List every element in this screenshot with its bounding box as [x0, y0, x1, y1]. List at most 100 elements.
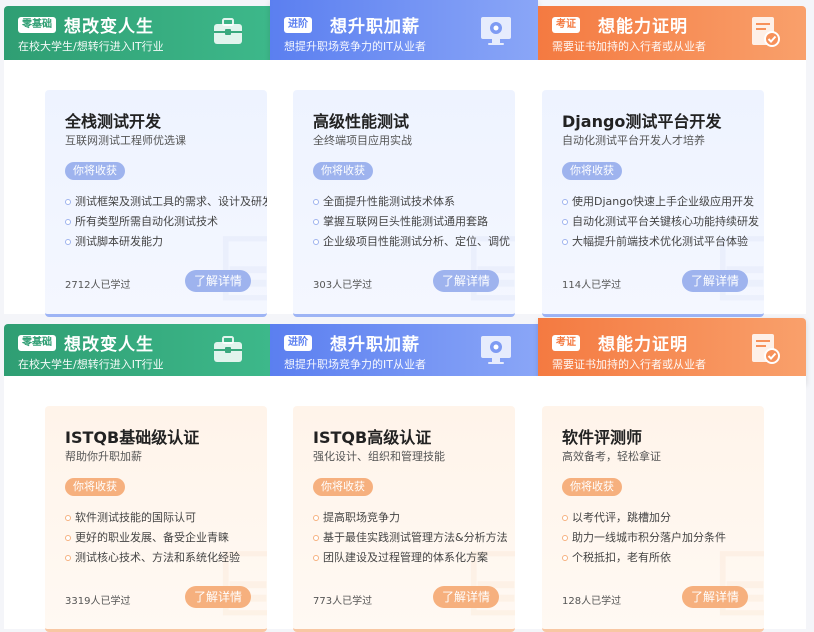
list-item: 所有类型所需自动化测试技术 [65, 212, 267, 232]
course-card[interactable]: ⌸ 高级性能测试 全终端项目应用实战 你将收获 全面提升性能测试技术体系 掌握互… [293, 90, 515, 317]
tab-title: 想改变人生 [64, 17, 154, 37]
gain-label: 你将收获 [65, 162, 125, 180]
list-item-text: 提高职场竞争力 [323, 511, 400, 524]
tab-certification[interactable]: 考证 想能力证明 需要证书加持的入行者或从业者 [538, 318, 806, 391]
tab-title: 想升职加薪 [330, 17, 420, 37]
list-item: 测试核心技术、方法和系统化经验 [65, 548, 267, 568]
monitor-gear-icon [481, 17, 511, 45]
course-card-panel: ⌸ ISTQB基础级认证 帮助你升职加薪 你将收获 软件测试技能的国际认可 更好… [4, 376, 806, 632]
course-title: Django测试平台开发 [562, 112, 722, 131]
course-title: ISTQB高级认证 [313, 428, 432, 447]
course-subtitle: 高效备考，轻松拿证 [562, 450, 661, 463]
bullet-icon [313, 199, 319, 205]
course-subtitle: 全终端项目应用实战 [313, 134, 412, 147]
tab-title: 想改变人生 [64, 335, 154, 355]
tab-badge: 进阶 [284, 335, 312, 351]
bullet-icon [562, 219, 568, 225]
tab-subtitle: 在校大学生/想转行进入IT行业 [18, 358, 164, 371]
tab-badge: 零基础 [18, 17, 56, 33]
list-item-text: 使用Django快速上手企业级应用开发 [572, 195, 754, 208]
learner-count: 773人已学过 [313, 596, 373, 607]
list-item-text: 测试脚本研发能力 [75, 235, 163, 248]
bullet-icon [313, 535, 319, 541]
briefcase-icon [214, 18, 242, 44]
list-item: 提高职场竞争力 [313, 508, 515, 528]
list-item-text: 软件测试技能的国际认可 [75, 511, 196, 524]
list-item: 个税抵扣，老有所依 [562, 548, 764, 568]
detail-button[interactable]: 了解详情 [682, 586, 748, 608]
list-item: 基于最佳实践测试管理方法&分析方法 [313, 528, 515, 548]
tab-certification[interactable]: 考证 想能力证明 需要证书加持的入行者或从业者 [538, 6, 806, 60]
gain-label: 你将收获 [562, 478, 622, 496]
bullet-icon [65, 219, 71, 225]
course-subtitle: 互联网测试工程师优选课 [65, 134, 186, 147]
track-tabs: 零基础 想改变人生 在校大学生/想转行进入IT行业 进阶 想升职加薪 想提升职场… [0, 318, 814, 391]
list-item: 全面提升性能测试技术体系 [313, 192, 515, 212]
list-item: 测试框架及测试工具的需求、设计及研发 [65, 192, 267, 212]
course-section-2: 零基础 想改变人生 在校大学生/想转行进入IT行业 进阶 想升职加薪 想提升职场… [0, 318, 814, 632]
tab-advanced[interactable]: 进阶 想升职加薪 想提升职场竞争力的IT从业者 [270, 324, 538, 378]
track-tabs: 零基础 想改变人生 在校大学生/想转行进入IT行业 进阶 想升职加薪 想提升职场… [0, 0, 814, 73]
bullet-icon [65, 515, 71, 521]
list-item: 更好的职业发展、备受企业青睐 [65, 528, 267, 548]
gain-list: 软件测试技能的国际认可 更好的职业发展、备受企业青睐 测试核心技术、方法和系统化… [65, 508, 267, 568]
gain-label: 你将收获 [65, 478, 125, 496]
tab-subtitle: 需要证书加持的入行者或从业者 [552, 358, 706, 371]
detail-button[interactable]: 了解详情 [433, 270, 499, 292]
learner-count: 114人已学过 [562, 280, 622, 291]
bullet-icon [562, 239, 568, 245]
gain-list: 测试框架及测试工具的需求、设计及研发 所有类型所需自动化测试技术 测试脚本研发能… [65, 192, 267, 252]
list-item: 软件测试技能的国际认可 [65, 508, 267, 528]
bullet-icon [562, 515, 568, 521]
tab-title: 想升职加薪 [330, 335, 420, 355]
list-item: 企业级项目性能测试分析、定位、调优 [313, 232, 515, 252]
list-item: 大幅提升前端技术优化测试平台体验 [562, 232, 764, 252]
course-title: ISTQB基础级认证 [65, 428, 200, 447]
course-card[interactable]: ⌸ ISTQB基础级认证 帮助你升职加薪 你将收获 软件测试技能的国际认可 更好… [45, 406, 267, 632]
tab-badge: 进阶 [284, 17, 312, 33]
list-item-text: 助力一线城市积分落户加分条件 [572, 531, 726, 544]
bullet-icon [65, 555, 71, 561]
list-item: 以考代评，跳槽加分 [562, 508, 764, 528]
tab-zero-basics[interactable]: 零基础 想改变人生 在校大学生/想转行进入IT行业 [4, 324, 270, 378]
list-item-text: 掌握互联网巨头性能测试通用套路 [323, 215, 488, 228]
list-item-text: 全面提升性能测试技术体系 [323, 195, 455, 208]
course-card-panel: ⌸ 全栈测试开发 互联网测试工程师优选课 你将收获 测试框架及测试工具的需求、设… [4, 60, 806, 317]
course-subtitle: 帮助你升职加薪 [65, 450, 142, 463]
course-card[interactable]: ⌸ 软件评测师 高效备考，轻松拿证 你将收获 以考代评，跳槽加分 助力一线城市积… [542, 406, 764, 632]
certificate-icon [752, 17, 780, 47]
gain-list: 以考代评，跳槽加分 助力一线城市积分落户加分条件 个税抵扣，老有所依 [562, 508, 764, 568]
tab-subtitle: 在校大学生/想转行进入IT行业 [18, 40, 164, 53]
detail-button[interactable]: 了解详情 [185, 270, 251, 292]
list-item-text: 大幅提升前端技术优化测试平台体验 [572, 235, 748, 248]
course-subtitle: 自动化测试平台开发人才培养 [562, 134, 705, 147]
learner-count: 128人已学过 [562, 596, 622, 607]
tab-title: 想能力证明 [598, 17, 688, 37]
detail-button[interactable]: 了解详情 [433, 586, 499, 608]
list-item-text: 测试框架及测试工具的需求、设计及研发 [75, 195, 267, 208]
tab-subtitle: 想提升职场竞争力的IT从业者 [284, 40, 426, 53]
course-card[interactable]: ⌸ ISTQB高级认证 强化设计、组织和管理技能 你将收获 提高职场竞争力 基于… [293, 406, 515, 632]
course-subtitle: 强化设计、组织和管理技能 [313, 450, 445, 463]
list-item-text: 所有类型所需自动化测试技术 [75, 215, 218, 228]
gain-list: 全面提升性能测试技术体系 掌握互联网巨头性能测试通用套路 企业级项目性能测试分析… [313, 192, 515, 252]
list-item-text: 基于最佳实践测试管理方法&分析方法 [323, 531, 508, 544]
course-card[interactable]: ⌸ Django测试平台开发 自动化测试平台开发人才培养 你将收获 使用Djan… [542, 90, 764, 317]
list-item: 掌握互联网巨头性能测试通用套路 [313, 212, 515, 232]
course-card[interactable]: ⌸ 全栈测试开发 互联网测试工程师优选课 你将收获 测试框架及测试工具的需求、设… [45, 90, 267, 317]
gain-label: 你将收获 [562, 162, 622, 180]
tab-badge: 零基础 [18, 335, 56, 351]
detail-button[interactable]: 了解详情 [185, 586, 251, 608]
learner-count: 3319人已学过 [65, 596, 131, 607]
detail-button[interactable]: 了解详情 [682, 270, 748, 292]
tab-zero-basics[interactable]: 零基础 想改变人生 在校大学生/想转行进入IT行业 [4, 6, 270, 60]
gain-label: 你将收获 [313, 162, 373, 180]
bullet-icon [313, 239, 319, 245]
certificate-icon [752, 334, 780, 364]
list-item: 自动化测试平台关键核心功能持续研发 [562, 212, 764, 232]
bullet-icon [65, 535, 71, 541]
gain-list: 提高职场竞争力 基于最佳实践测试管理方法&分析方法 团队建设及过程管理的体系化方… [313, 508, 515, 568]
list-item-text: 团队建设及过程管理的体系化方案 [323, 551, 488, 564]
list-item: 助力一线城市积分落户加分条件 [562, 528, 764, 548]
tab-advanced[interactable]: 进阶 想升职加薪 想提升职场竞争力的IT从业者 [270, 0, 538, 73]
